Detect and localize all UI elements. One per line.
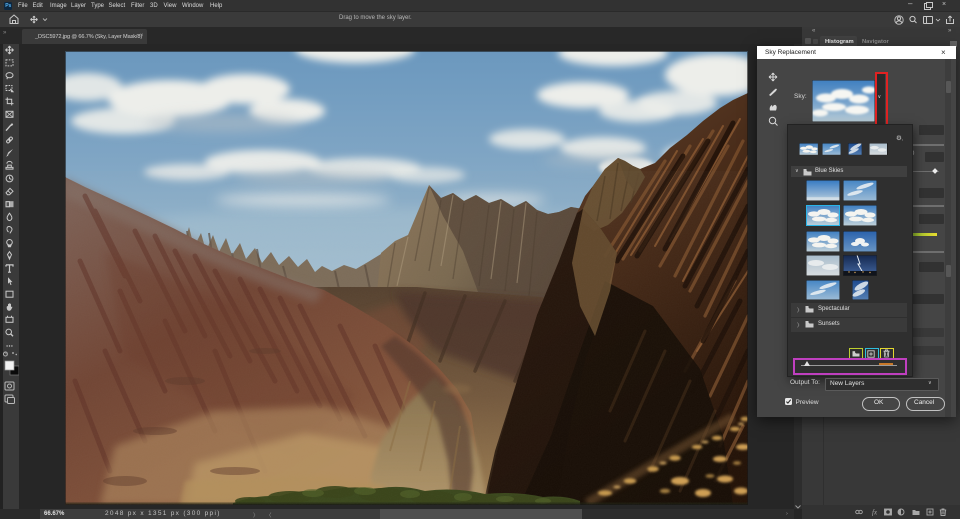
svg-text:fx: fx [872, 509, 878, 517]
